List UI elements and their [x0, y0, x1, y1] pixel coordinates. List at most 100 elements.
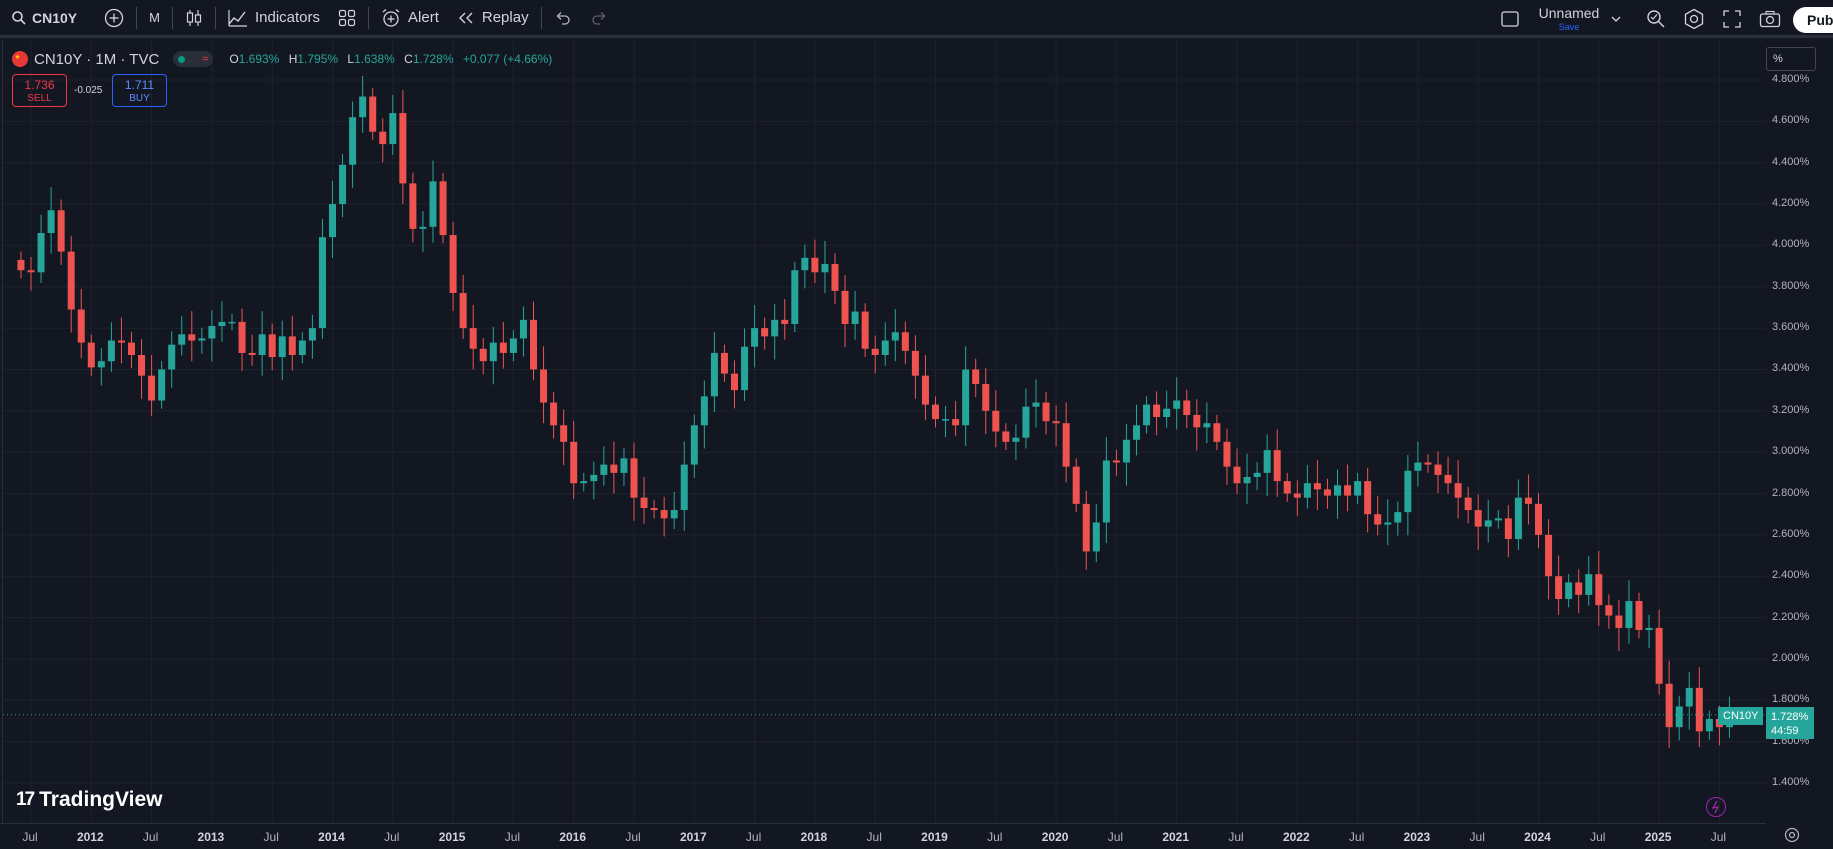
candle [1494, 510, 1502, 529]
compare-symbol-button[interactable] [95, 0, 133, 37]
publish-button[interactable]: Publ [1793, 7, 1833, 33]
logo-text: TradingView [39, 788, 163, 811]
candle [1293, 480, 1301, 516]
layout-menu-button[interactable] [1610, 0, 1622, 38]
redo-button[interactable] [581, 0, 617, 37]
candle [288, 315, 296, 371]
candle-body [1334, 485, 1341, 496]
candle-body [1414, 462, 1422, 471]
magnifier-icon [1647, 10, 1665, 28]
sell-button[interactable]: 1.736 SELL [12, 74, 67, 107]
candle-body [781, 319, 789, 324]
price-tick-label: 1.800% [1772, 693, 1810, 706]
candle-body [660, 510, 668, 519]
candle-body [1062, 423, 1070, 467]
candlestick-chart[interactable] [3, 40, 1767, 823]
candle [1102, 437, 1110, 544]
candle-body [610, 464, 618, 473]
time-tick-label: Jul [1107, 830, 1124, 844]
layout-toggle[interactable] [1500, 0, 1520, 38]
alert-button[interactable]: Alert [372, 0, 448, 37]
scale-mode-button[interactable]: % [1766, 47, 1816, 71]
candle-body [117, 340, 125, 343]
candle [1555, 555, 1563, 615]
candle-body [1092, 522, 1100, 552]
lightning-icon[interactable] [1706, 797, 1726, 817]
legend-title: CN10Y · 1M · TVC [34, 50, 160, 68]
replay-button[interactable]: Replay [448, 0, 538, 37]
symbol-search-button[interactable]: CN10Y [0, 0, 95, 37]
close-value: C1.728% [404, 52, 454, 66]
candle [1122, 424, 1130, 486]
candle [1615, 599, 1623, 652]
tradingview-logo[interactable]: 17 TradingView [16, 788, 162, 812]
candle [1253, 462, 1261, 491]
candle [77, 288, 85, 359]
candle [1323, 478, 1331, 509]
snapshot-button[interactable] [1759, 0, 1781, 38]
candle-body [1504, 518, 1512, 540]
candle-body [841, 290, 849, 324]
time-tick-label: 2024 [1524, 830, 1551, 844]
candle [771, 304, 779, 360]
time-tick-label: 2016 [559, 830, 587, 844]
candle [1514, 479, 1522, 550]
candle-body [1625, 601, 1633, 628]
candle-body [1585, 574, 1593, 595]
candle-body [901, 332, 909, 351]
candle-body [67, 251, 75, 310]
candle-body [1323, 489, 1331, 496]
axis-settings-icon[interactable] [1783, 826, 1801, 849]
candle [198, 327, 206, 354]
candle-body [1072, 466, 1080, 504]
undo-button[interactable] [545, 0, 581, 37]
fullscreen-button[interactable] [1723, 0, 1741, 38]
indicators-button[interactable]: Indicators [219, 0, 329, 37]
time-tick-label: Jul [384, 830, 400, 844]
candle-body [449, 235, 457, 293]
time-tick-label: Jul [22, 830, 38, 844]
candle-body [168, 344, 176, 370]
buy-button[interactable]: 1.711 BUY [112, 74, 167, 107]
candle-body [932, 404, 939, 420]
layout-name-button[interactable]: Unnamed Save [1538, 5, 1600, 32]
candle [1213, 414, 1221, 451]
candle [208, 310, 216, 362]
candle-body [791, 270, 799, 324]
candle [650, 499, 658, 519]
candle [630, 442, 638, 521]
candle-body [479, 348, 487, 362]
candle [640, 476, 648, 524]
candle-body [720, 352, 728, 374]
candle-body [1444, 474, 1452, 484]
time-tick-label: 2018 [800, 830, 828, 844]
candle-body [238, 321, 246, 353]
candle-body [1605, 605, 1613, 616]
candle [218, 301, 226, 342]
time-tick-label: Jul [625, 830, 641, 844]
templates-button[interactable] [329, 0, 365, 37]
interval-button[interactable]: M [140, 0, 169, 37]
candle [911, 335, 919, 399]
candle-body [952, 419, 960, 426]
market-status-indicator[interactable]: ≈ [173, 51, 214, 67]
layout-save-label: Save [1558, 22, 1580, 32]
candle [17, 251, 25, 279]
candle-body [600, 464, 608, 475]
settings-button[interactable] [1683, 0, 1705, 38]
alarm-clock-icon [382, 8, 400, 27]
candle [379, 118, 387, 163]
price-axis[interactable]: 4.800% 4.600% 4.400% 4.200% 4.000% 3.800% 3.60… [1766, 40, 1833, 823]
candle-body [87, 342, 95, 368]
candle [580, 472, 588, 492]
quick-search-button[interactable] [1646, 0, 1666, 38]
candle-body [1243, 476, 1251, 484]
candle-body [1705, 718, 1713, 732]
chart-pane[interactable] [2, 40, 1767, 823]
candle [439, 173, 447, 244]
chart-type-button[interactable] [176, 0, 212, 37]
candle [811, 239, 819, 284]
time-axis[interactable]: Jul 2012 Jul 2013 Jul 2014 Jul 2015 Jul 2016 Jul 20… [0, 823, 1766, 849]
candle-body [148, 375, 156, 401]
candle-body [1695, 687, 1703, 732]
